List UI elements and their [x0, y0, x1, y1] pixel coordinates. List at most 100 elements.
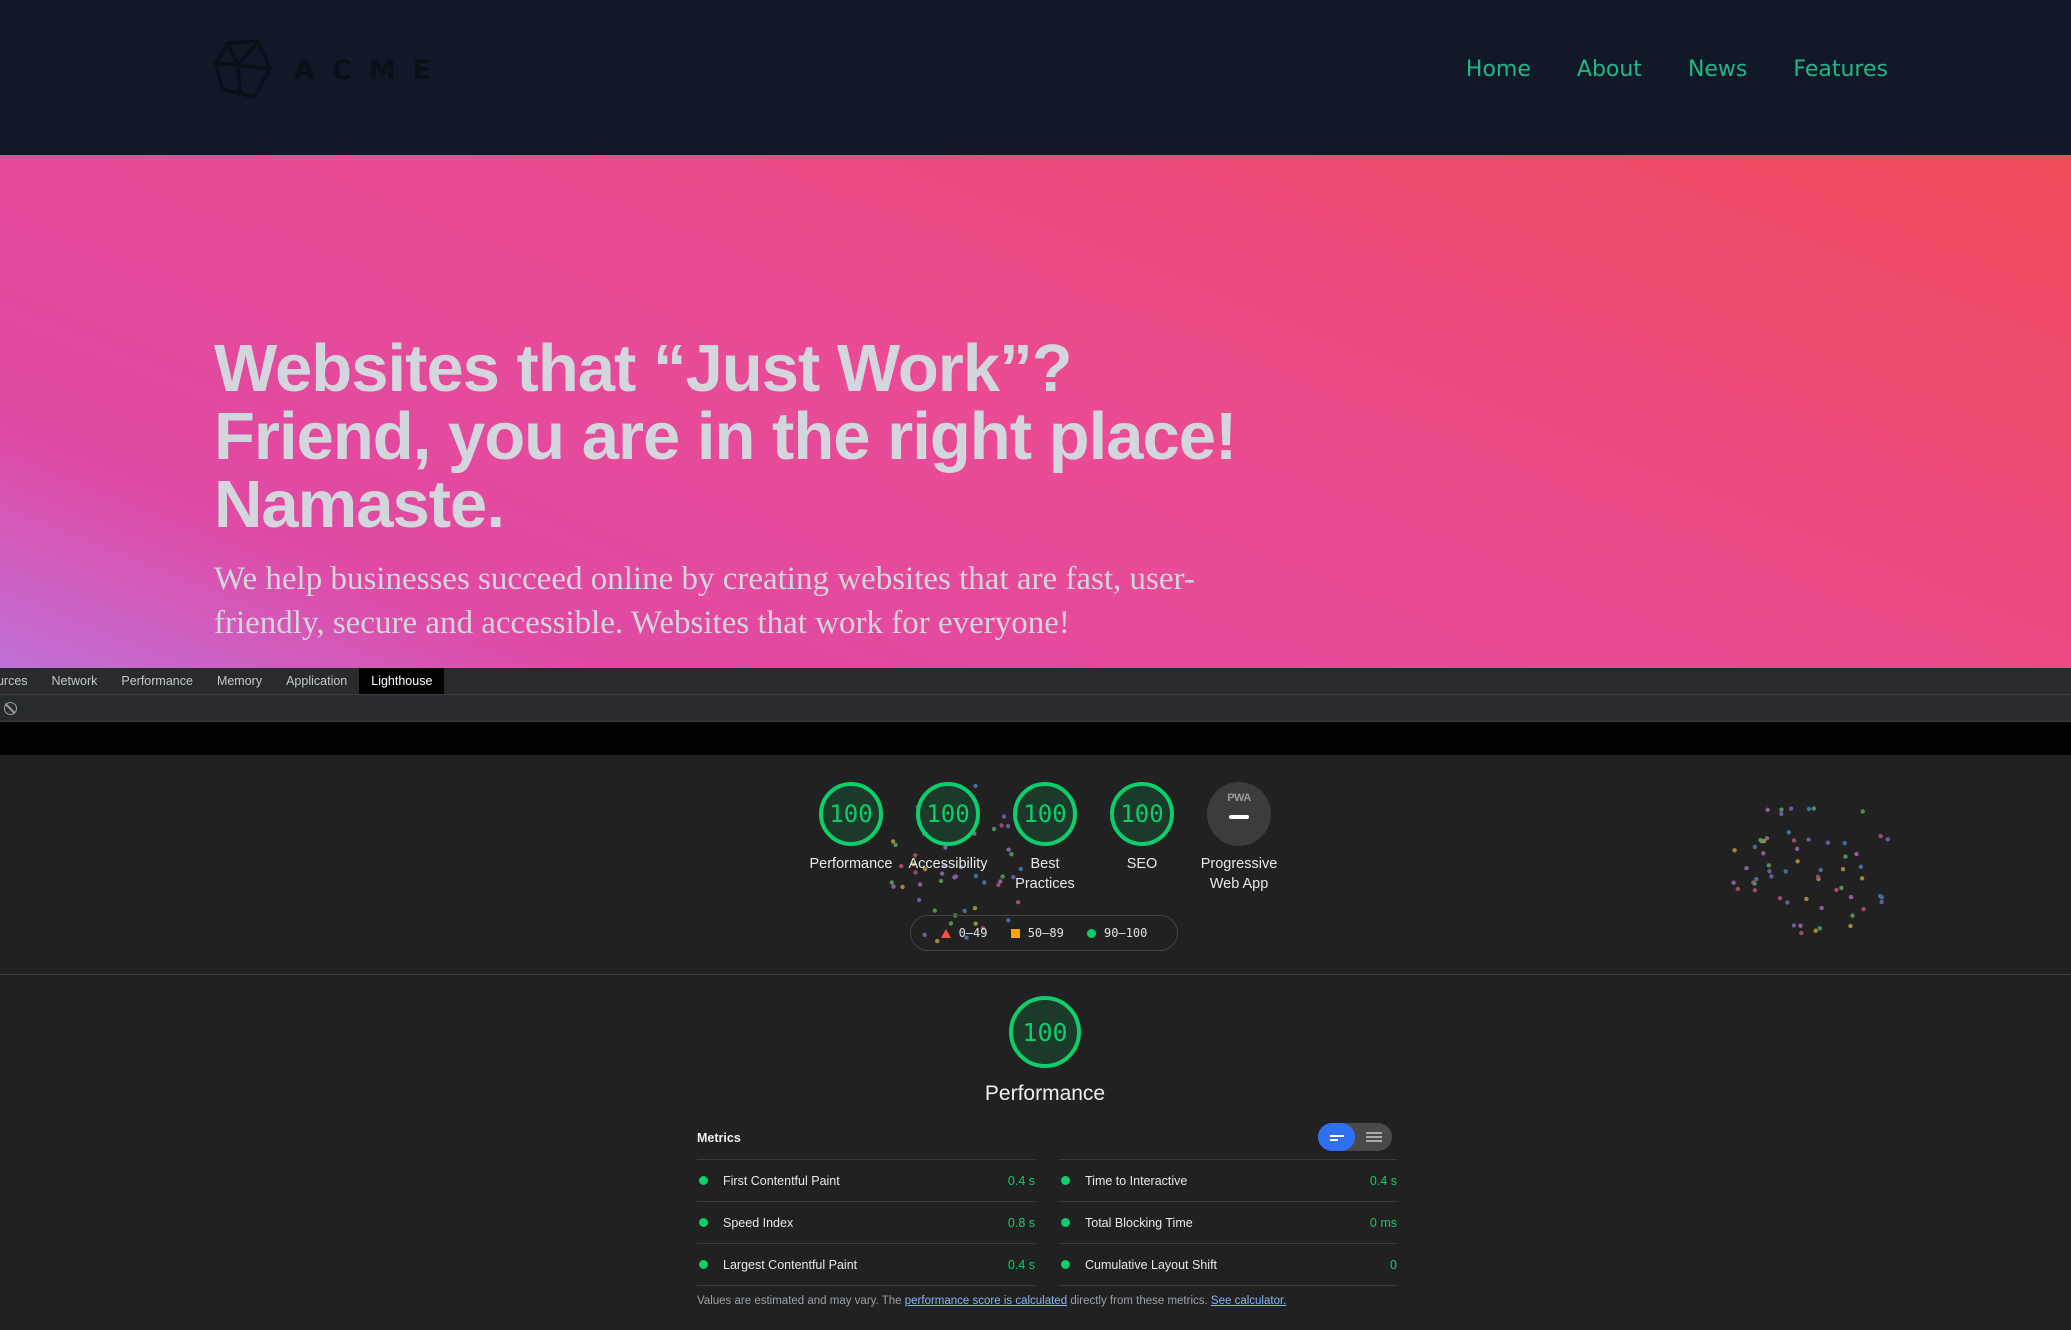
tab-lighthouse[interactable]: Lighthouse — [359, 668, 445, 694]
nav-link-home[interactable]: Home — [1466, 57, 1531, 82]
toggle-line — [1330, 1135, 1344, 1137]
cube-logo-icon — [214, 39, 272, 99]
metric-row[interactable]: Cumulative Layout Shift 0 — [1059, 1243, 1397, 1285]
tab-memory[interactable]: Memory — [205, 668, 274, 694]
gauge-label: Progressive Web App — [1200, 856, 1278, 892]
nav-link-news[interactable]: News — [1688, 57, 1747, 82]
metric-name: Largest Contentful Paint — [723, 1257, 858, 1272]
confetti-dot — [1848, 894, 1854, 900]
confetti-dot — [1885, 837, 1890, 842]
confetti-dot — [1759, 838, 1764, 844]
pass-dot-icon — [699, 1260, 708, 1269]
toggle-line — [1366, 1132, 1382, 1134]
acme-logo[interactable]: ACME — [214, 39, 448, 101]
confetti-dot — [1806, 806, 1812, 812]
pass-dot-icon — [699, 1218, 708, 1227]
report-topbar — [0, 722, 2071, 755]
confetti-dot — [1798, 923, 1803, 928]
confetti-dot — [1732, 848, 1737, 853]
confetti-dot — [1860, 809, 1865, 814]
nav-link-features[interactable]: Features — [1793, 57, 1888, 82]
metric-value: 0.8 s — [1007, 1215, 1035, 1230]
score-ring: 100 — [819, 782, 883, 846]
score-ring: 100 — [1110, 782, 1174, 846]
confetti-dot — [1879, 895, 1885, 900]
devtools-tab-strip: ources Network Performance Memory Applic… — [0, 668, 2071, 695]
confetti-dot — [1861, 906, 1866, 912]
metric-name: Cumulative Layout Shift — [1085, 1257, 1218, 1272]
hero-title-line: Websites that “Just Work”? — [214, 331, 1073, 406]
score-ring: 100 — [1013, 782, 1077, 846]
main-nav: Home About News Features — [1420, 57, 1888, 82]
toggle-line — [1330, 1139, 1338, 1141]
pwa-badge-text: PWA — [1227, 792, 1251, 804]
clear-icon[interactable] — [4, 702, 17, 715]
confetti-dot — [1731, 880, 1736, 885]
legend-range: 90–100 — [1104, 926, 1148, 940]
tab-performance[interactable]: Performance — [109, 668, 205, 694]
confetti-dot — [1767, 869, 1772, 874]
confetti-dot — [1765, 807, 1770, 812]
metric-row[interactable]: Largest Contentful Paint 0.4 s — [697, 1243, 1035, 1285]
confetti-dot — [962, 908, 967, 914]
metric-row[interactable]: First Contentful Paint 0.4 s — [697, 1159, 1035, 1201]
confetti-dot — [1834, 887, 1839, 893]
score-scale-legend: 0–49 50–89 90–100 — [910, 915, 1178, 951]
confetti-dot — [1878, 893, 1883, 899]
gauge-pwa[interactable]: PWA Progressive Web App — [1179, 782, 1299, 894]
metric-name: Speed Index — [723, 1215, 794, 1230]
metrics-footnote: Values are estimated and may vary. The p… — [697, 1295, 1286, 1307]
gauge-label: Best Practices — [1015, 856, 1075, 892]
lighthouse-report: 100 Performance 100 Accessibility 100 Be… — [0, 755, 2071, 1330]
confetti-dot — [1785, 900, 1790, 905]
confetti-dot — [1015, 900, 1021, 905]
confetti-dot — [1761, 851, 1766, 856]
minus-icon — [1229, 815, 1249, 819]
confetti-dot — [1779, 807, 1784, 812]
metric-row[interactable]: Total Blocking Time 0 ms — [1059, 1201, 1397, 1243]
confetti-dot — [1839, 885, 1844, 891]
confetti-dot — [900, 884, 905, 890]
see-calculator-link[interactable]: See calculator. — [1211, 1295, 1286, 1307]
legend-pass: 90–100 — [1087, 926, 1147, 940]
confetti-dot — [1854, 851, 1859, 857]
nav-link-about[interactable]: About — [1577, 57, 1642, 82]
metric-row[interactable]: Time to Interactive 0.4 s — [1059, 1159, 1397, 1201]
metric-value: 0.4 s — [1369, 1173, 1397, 1188]
section-divider — [0, 974, 2071, 975]
metric-value: 0.4 s — [1007, 1173, 1035, 1188]
metric-name: First Contentful Paint — [723, 1173, 840, 1188]
row-divider — [697, 1285, 1035, 1286]
confetti-dot — [1806, 837, 1811, 842]
tab-application[interactable]: Application — [274, 668, 359, 694]
tab-sources[interactable]: ources — [0, 668, 40, 694]
performance-heading: Performance — [984, 1082, 1106, 1105]
confetti-dot — [1813, 928, 1818, 933]
footnote-text: directly from these metrics. — [1070, 1295, 1208, 1307]
legend-range: 0–49 — [958, 926, 988, 940]
confetti-dot — [1879, 899, 1884, 905]
confetti-dot — [1752, 881, 1757, 886]
confetti-dot — [917, 897, 922, 903]
toggle-line — [1366, 1136, 1382, 1138]
confetti-dot — [1794, 846, 1800, 851]
confetti-dot — [1744, 866, 1749, 871]
metrics-view-toggle[interactable] — [1318, 1123, 1392, 1151]
score-ring: 100 — [916, 782, 980, 846]
confetti-dot — [1788, 806, 1794, 811]
hero-title-line: Friend, you are in the right place! — [214, 399, 1237, 474]
confetti-dot — [1783, 869, 1788, 874]
confetti-dot — [1752, 888, 1758, 893]
confetti-dot — [1795, 859, 1800, 864]
toggle-compact-option[interactable] — [1318, 1123, 1355, 1151]
confetti-dot — [1804, 896, 1809, 902]
pass-dot-icon — [699, 1176, 708, 1185]
legend-average: 50–89 — [1010, 926, 1064, 940]
metric-row[interactable]: Speed Index 0.8 s — [697, 1201, 1035, 1243]
metric-name: Time to Interactive — [1085, 1173, 1188, 1188]
score-calculation-link[interactable]: performance score is calculated — [905, 1295, 1067, 1307]
legend-range: 50–89 — [1027, 926, 1064, 940]
tab-network[interactable]: Network — [40, 668, 110, 694]
confetti-dot — [1858, 864, 1864, 869]
confetti-dot — [1818, 867, 1823, 873]
